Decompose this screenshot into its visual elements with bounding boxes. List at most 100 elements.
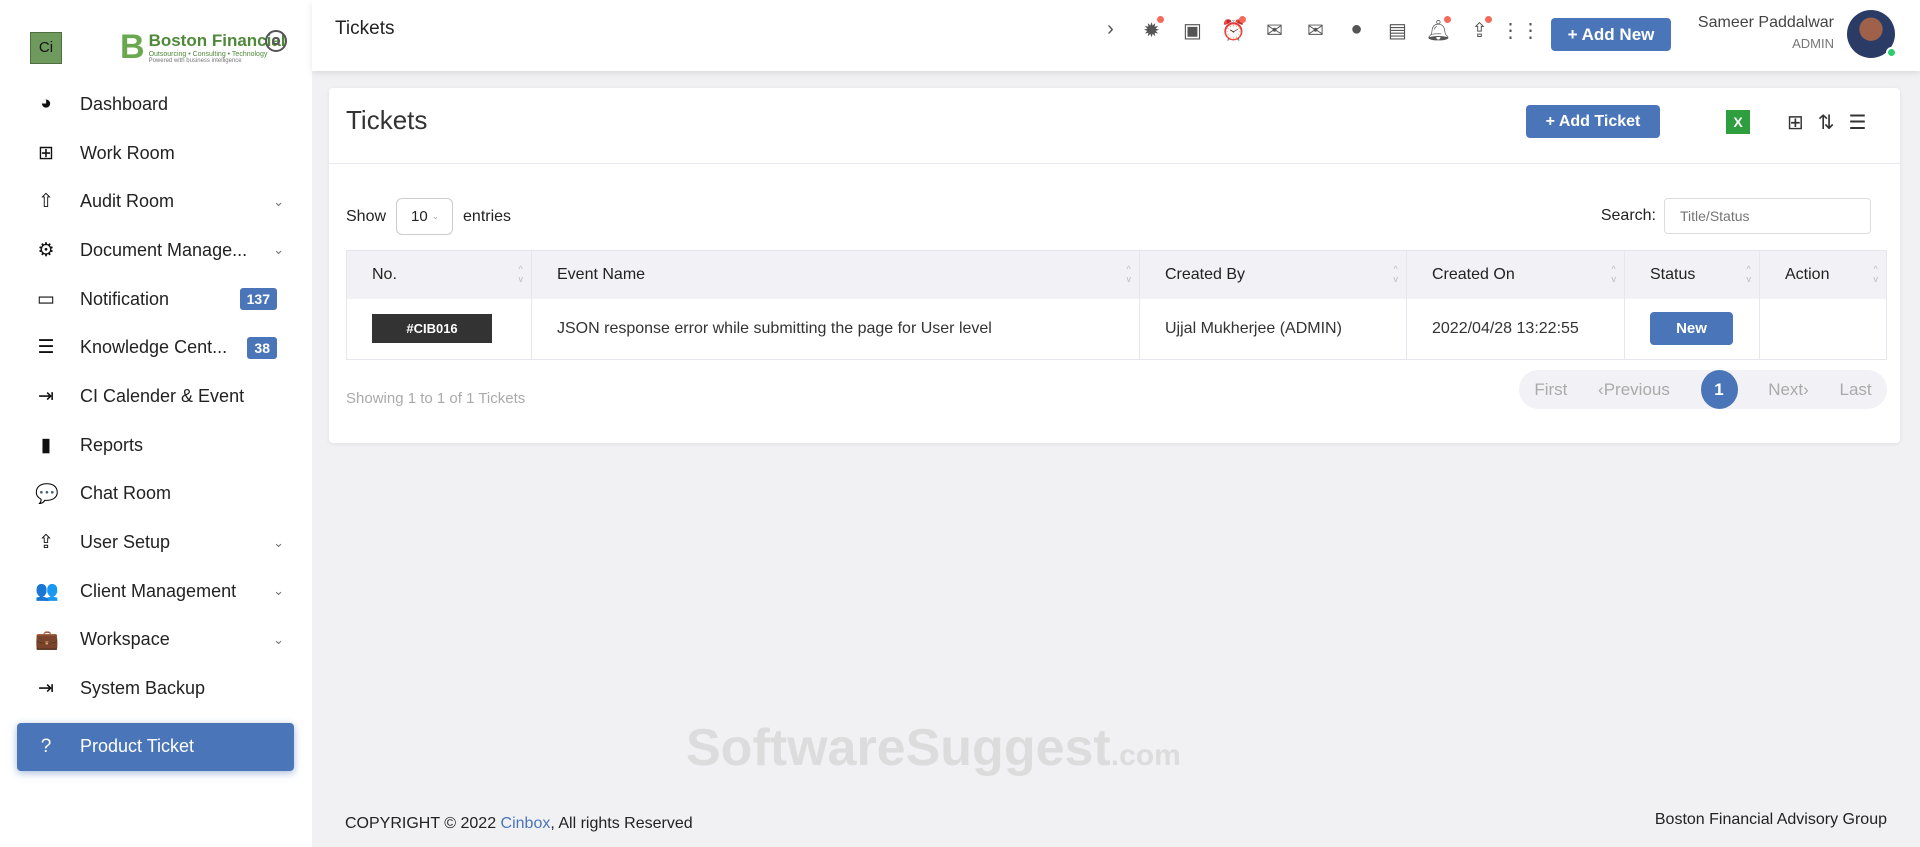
sort-arrows-icon: ^ v <box>1393 264 1399 284</box>
alarm-icon[interactable]: ⏰ <box>1213 16 1254 43</box>
sort-arrows-icon: ^ v <box>1746 264 1752 284</box>
card-title: Tickets <box>346 105 428 135</box>
column-header-no[interactable]: No. ^ v <box>346 250 532 299</box>
sort-arrows-icon: ^ v <box>518 264 524 284</box>
action-cell <box>1759 298 1887 360</box>
status-badge[interactable]: New <box>1650 312 1733 346</box>
search-label: Search: <box>1600 207 1656 224</box>
sidebar-toggle-icon[interactable] <box>265 30 287 52</box>
count-badge: 38 <box>247 336 277 359</box>
show-label: Show <box>346 207 387 225</box>
chevron-down-icon[interactable]: ⌄ <box>273 583 284 599</box>
sidebar-item-chat-room[interactable]: 💬 Chat Room <box>17 470 294 519</box>
top-header: Tickets › ✹ ▣ ⏰ ✉ ✉ ● ▤ 🔔︎ ⇪ ⋮⋮ + Add Ne… <box>312 0 1920 71</box>
mail-open-icon[interactable]: ✉ <box>1254 18 1295 43</box>
system-backup-icon: ⇥ <box>38 678 54 700</box>
event-name: JSON response error while submitting the… <box>531 298 1140 360</box>
add-new-button[interactable]: + Add New <box>1551 18 1671 51</box>
column-header-action[interactable]: Action ^ v <box>1759 250 1887 299</box>
page-first[interactable]: First <box>1534 380 1567 400</box>
reports-icon: ▮ <box>40 434 52 456</box>
watermark: SoftwareSuggest.com <box>686 719 1181 777</box>
chevron-right-icon[interactable]: › <box>1090 18 1131 43</box>
sidebar-item-system-backup[interactable]: ⇥ System Backup <box>17 664 294 713</box>
sidebar-item-document-manage[interactable]: ⚙ Document Manage... ⌄ <box>17 226 294 275</box>
logo[interactable]: Ci B Boston Financial Outsourcing • Cons… <box>30 28 286 67</box>
chat-icon[interactable]: ▤ <box>1377 18 1418 43</box>
page-current[interactable]: 1 <box>1700 370 1738 409</box>
sort-arrows-icon: ^ v <box>1126 264 1132 284</box>
sidebar-item-client-management[interactable]: 👥 Client Management ⌄ <box>17 567 294 616</box>
bell-icon[interactable]: 🔔︎ <box>1418 16 1459 43</box>
sidebar-item-user-setup[interactable]: ⇪ User Setup ⌄ <box>17 518 294 567</box>
divider <box>329 163 1900 164</box>
search-input[interactable] <box>1664 198 1871 234</box>
client-management-icon: 👥 <box>35 581 59 603</box>
chevron-down-icon[interactable]: ⌄ <box>273 242 284 258</box>
tickets-table: No. ^ v Event Name ^ v Created By ^ v Created … <box>346 250 1887 360</box>
sidebar-item-knowledge-cent[interactable]: ☰ Knowledge Cent... 38 <box>17 323 294 372</box>
brand-sub: Powered with business intelligence <box>148 58 242 64</box>
sidebar-item-notification[interactable]: ▭ Notification 137 <box>17 275 294 324</box>
sidebar-item-label: Notification <box>80 288 170 309</box>
sidebar-item-label: Product Ticket <box>80 736 195 757</box>
chevron-down-icon[interactable]: ⌄ <box>273 535 284 551</box>
chevron-down-icon: ⌄ <box>431 211 440 221</box>
grid-view-icon[interactable]: ⊞ <box>1787 110 1804 135</box>
sidebar-item-label: User Setup <box>80 532 171 553</box>
table-row: #CIB016 JSON response error while submit… <box>346 298 1887 360</box>
wallet-icon[interactable]: ▣ <box>1172 18 1213 43</box>
sidebar-item-label: CI Calender & Event <box>80 385 245 406</box>
brand-tagline: Outsourcing • Consulting • Technology <box>148 51 268 58</box>
sidebar-item-reports[interactable]: ▮ Reports <box>17 421 294 470</box>
sort-icon[interactable]: ⇅ <box>1818 110 1835 135</box>
add-ticket-button[interactable]: + Add Ticket <box>1526 105 1660 138</box>
sidebar-item-ci-calender-event[interactable]: ⇥ CI Calender & Event <box>17 372 294 421</box>
sidebar-item-audit-room[interactable]: ⇧ Audit Room ⌄ <box>17 177 294 226</box>
avatar[interactable] <box>1847 10 1897 58</box>
column-header-status[interactable]: Status ^ v <box>1624 250 1760 299</box>
sidebar-item-label: System Backup <box>80 678 206 699</box>
footer-company: Boston Financial Advisory Group <box>1654 811 1887 828</box>
work-room-icon: ⊞ <box>38 142 54 164</box>
cinbox-link[interactable]: Cinbox <box>501 815 551 832</box>
entries-label: entries <box>463 207 512 225</box>
showing-info: Showing 1 to 1 of 1 Tickets <box>346 390 526 407</box>
page-last[interactable]: Last <box>1840 380 1872 400</box>
filter-icon[interactable]: ☰ <box>1849 110 1867 135</box>
user-setup-icon: ⇪ <box>38 532 54 554</box>
alert-icon[interactable]: ✹ <box>1131 16 1172 43</box>
sidebar-item-dashboard[interactable]: ◕ Dashboard <box>17 80 294 129</box>
sidebar-item-label: Document Manage... <box>80 239 248 260</box>
video-icon[interactable]: ● <box>1336 18 1377 43</box>
column-header-created-by[interactable]: Created By ^ v <box>1139 250 1407 299</box>
user-role: ADMIN <box>1792 36 1834 51</box>
user-info[interactable]: Sameer Paddalwar ADMIN <box>1684 14 1834 51</box>
chevron-down-icon[interactable]: ⌄ <box>273 194 284 210</box>
document-manage-icon: ⚙ <box>37 239 55 261</box>
audit-room-icon: ⇧ <box>38 191 54 213</box>
column-header-created-on[interactable]: Created On ^ v <box>1406 250 1625 299</box>
entries-select[interactable]: 10 ⌄ <box>396 198 454 235</box>
file-upload-icon[interactable]: ⇪ <box>1459 16 1500 43</box>
sidebar-item-work-room[interactable]: ⊞ Work Room <box>17 129 294 178</box>
ticket-id[interactable]: #CIB016 <box>372 314 492 344</box>
sidebar-item-workspace[interactable]: 💼 Workspace ⌄ <box>17 616 294 665</box>
sidebar-item-label: Client Management <box>80 580 237 601</box>
entries-value: 10 <box>411 208 428 225</box>
apps-grid-icon[interactable]: ⋮⋮ <box>1500 18 1541 43</box>
sidebar-item-label: Work Room <box>80 142 175 163</box>
ci-calender-event-icon: ⇥ <box>38 385 54 407</box>
count-badge: 137 <box>239 288 277 311</box>
created-on: 2022/04/28 13:22:55 <box>1406 298 1625 360</box>
sidebar-item-label: Audit Room <box>80 191 175 212</box>
page-previous[interactable]: ‹Previous <box>1598 380 1670 400</box>
notification-icon: ▭ <box>37 288 55 310</box>
excel-export-icon[interactable]: X <box>1726 110 1750 134</box>
created-by: Ujjal Mukherjee (ADMIN) <box>1139 298 1407 360</box>
mail-icon[interactable]: ✉ <box>1295 18 1336 43</box>
page-next[interactable]: Next› <box>1768 380 1809 400</box>
sidebar-item-product-ticket[interactable]: ? Product Ticket <box>17 722 294 771</box>
column-header-event-name[interactable]: Event Name ^ v <box>531 250 1140 299</box>
chevron-down-icon[interactable]: ⌄ <box>273 632 284 648</box>
